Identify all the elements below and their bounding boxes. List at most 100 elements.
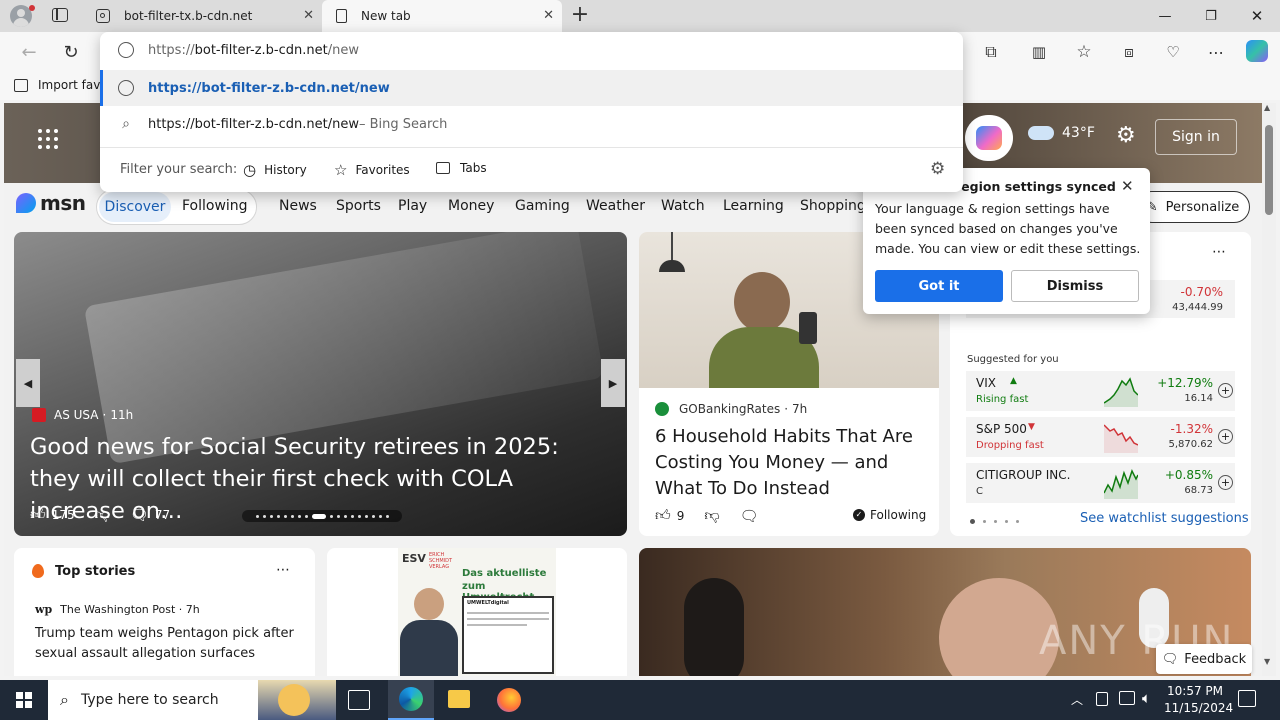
carousel-next-button[interactable]: ▶ (601, 359, 625, 407)
thumbs-up-icon[interactable]: 👍︎ (30, 505, 46, 524)
filter-label: Filter your search: (120, 162, 238, 177)
tab-following[interactable]: Following (182, 198, 248, 214)
copilot-button[interactable] (965, 115, 1013, 161)
hero-card[interactable]: ◀ ▶ AS USA · 11h Good news for Social Se… (14, 232, 627, 536)
restore-icon[interactable]: ❐ (1188, 0, 1234, 32)
security-icon[interactable] (1096, 692, 1108, 706)
show-hidden-icons[interactable]: ︿ (1071, 691, 1083, 708)
file-explorer-icon[interactable] (448, 690, 470, 708)
comment-icon[interactable]: 🗨︎ (740, 507, 759, 525)
nav-play[interactable]: Play (398, 198, 427, 214)
notifications-icon[interactable] (1238, 690, 1256, 707)
thumbs-up-icon[interactable]: 👍︎ (655, 506, 671, 525)
feedback-icon: 🗨︎ (1161, 651, 1179, 667)
volume-icon[interactable]: 🔈︎ (1142, 689, 1151, 707)
close-popup-icon[interactable]: ✕ (1121, 177, 1134, 195)
edge-taskbar-icon[interactable] (388, 680, 434, 720)
story-source: wp The Washington Post · 7h (35, 603, 200, 616)
top-story-headline[interactable]: Trump team weighs Pentagon pick after se… (35, 624, 300, 664)
network-icon[interactable] (1119, 691, 1135, 705)
tab-title: New tab (361, 9, 411, 23)
nav-news[interactable]: News (279, 198, 317, 214)
thumbs-down-icon[interactable]: 👎︎ (704, 506, 719, 525)
start-button[interactable] (0, 680, 48, 720)
carousel-dots[interactable] (242, 510, 402, 522)
add-watchlist-icon[interactable]: + (1218, 475, 1233, 490)
tab-bot-filter[interactable]: bot-filter-tx.b-cdn.net ✕ (84, 0, 322, 32)
sparkline (1104, 469, 1138, 499)
comment-icon[interactable]: 🗨︎ (130, 506, 149, 524)
task-view-icon[interactable] (348, 690, 370, 710)
cloud-icon (1028, 126, 1054, 140)
taskbar-search-box[interactable]: ⌕ Type here to search (48, 680, 336, 720)
following-badge[interactable]: ✓ Following (853, 508, 926, 522)
extensions-icon[interactable]: ⧉ (978, 40, 1004, 64)
personalize-button[interactable]: ✎ Personalize (1136, 191, 1250, 223)
feedback-button[interactable]: 🗨︎ Feedback (1156, 644, 1252, 674)
filter-favorites[interactable]: ☆ Favorites (334, 161, 410, 179)
nav-watch[interactable]: Watch (661, 198, 705, 214)
browser-essentials-icon[interactable]: ♡ (1160, 40, 1186, 64)
import-favorites-link[interactable]: Import favo (14, 78, 108, 92)
suggested-label: Suggested for you (967, 354, 1059, 365)
nav-weather[interactable]: Weather (586, 198, 645, 214)
tabs-icon (436, 162, 450, 174)
msn-logo[interactable]: msn (16, 191, 86, 215)
tab-title: bot-filter-tx.b-cdn.net (124, 9, 253, 23)
watchlist-row[interactable]: CITIGROUP INC. C +0.85% 68.73 + (966, 463, 1235, 503)
close-tab-icon[interactable]: ✕ (303, 8, 314, 23)
watchlist-row[interactable]: S&P 500 ▼ Dropping fast -1.32% 5,870.62 … (966, 417, 1235, 457)
split-screen-icon[interactable]: ▥ (1026, 40, 1052, 64)
add-watchlist-icon[interactable]: + (1218, 429, 1233, 444)
address-input[interactable]: https://bot-filter-z.b-cdn.net/new (100, 32, 963, 68)
suggestion-bing-search[interactable]: ⌕ https://bot-filter-z.b-cdn.net/new – B… (100, 106, 963, 142)
clock[interactable]: 10:57 PM 11/15/2024 (1164, 683, 1233, 717)
nav-sports[interactable]: Sports (336, 198, 381, 214)
tab-discover[interactable]: Discover (99, 192, 171, 222)
fire-icon (32, 564, 44, 578)
globe-icon (118, 80, 134, 96)
settings-gear-icon[interactable]: ⚙ (1116, 123, 1136, 148)
copilot-icon[interactable] (1244, 39, 1270, 63)
favorites-star-icon[interactable]: ☆ (1071, 40, 1097, 64)
tab-new-tab[interactable]: New tab ✕ (322, 0, 562, 32)
back-icon[interactable]: ← (16, 40, 42, 64)
firefox-icon[interactable] (497, 688, 521, 712)
search-settings-gear-icon[interactable]: ⚙ (930, 159, 945, 179)
filter-tabs[interactable]: Tabs (436, 161, 487, 175)
close-tab-icon[interactable]: ✕ (543, 8, 554, 23)
watchlist-pager-dots[interactable] (970, 519, 1019, 524)
new-tab-button[interactable]: + (568, 3, 592, 27)
star-icon: ☆ (334, 161, 348, 179)
suggestion-url[interactable]: https://bot-filter-z.b-cdn.net/new (100, 70, 963, 106)
more-menu-icon[interactable]: ⋯ (1203, 40, 1229, 64)
see-watchlist-link[interactable]: See watchlist suggestions (1080, 511, 1249, 526)
minimize-icon[interactable]: — (1142, 0, 1188, 32)
apps-grid-icon[interactable] (38, 129, 58, 149)
more-options-icon[interactable]: ⋯ (1212, 244, 1226, 260)
dismiss-button[interactable]: Dismiss (1011, 270, 1139, 302)
add-watchlist-icon[interactable]: + (1218, 383, 1233, 398)
ad-card[interactable]: ESV ERICH SCHMIDT VERLAG Das aktuelliste… (327, 548, 627, 676)
search-icon: ⌕ (60, 690, 69, 709)
nav-shopping[interactable]: Shopping (800, 198, 866, 214)
refresh-icon[interactable]: ↻ (58, 40, 84, 64)
sign-in-button[interactable]: Sign in (1155, 119, 1237, 155)
filter-history[interactable]: ◷ History (243, 161, 307, 179)
nav-money[interactable]: Money (448, 198, 494, 214)
windows-logo-icon (16, 692, 32, 708)
tab-actions-icon[interactable] (52, 8, 68, 22)
watchlist-row[interactable]: VIX ▲ Rising fast +12.79% 16.14 + (966, 371, 1235, 411)
page-scrollbar[interactable]: ▲ ▼ (1262, 103, 1276, 676)
carousel-prev-button[interactable]: ◀ (16, 359, 40, 407)
page-icon (336, 9, 347, 23)
thumbs-down-icon[interactable]: 👎︎ (95, 505, 110, 524)
nav-learning[interactable]: Learning (723, 198, 784, 214)
got-it-button[interactable]: Got it (875, 270, 1003, 302)
nav-gaming[interactable]: Gaming (515, 198, 570, 214)
story-headline[interactable]: 6 Household Habits That Are Costing You … (655, 424, 930, 502)
more-options-icon[interactable]: ⋯ (276, 562, 290, 578)
close-window-icon[interactable]: ✕ (1234, 0, 1280, 32)
collections-icon[interactable]: ⧈ (1116, 40, 1142, 64)
weather-widget[interactable]: 43°F (1028, 125, 1095, 141)
